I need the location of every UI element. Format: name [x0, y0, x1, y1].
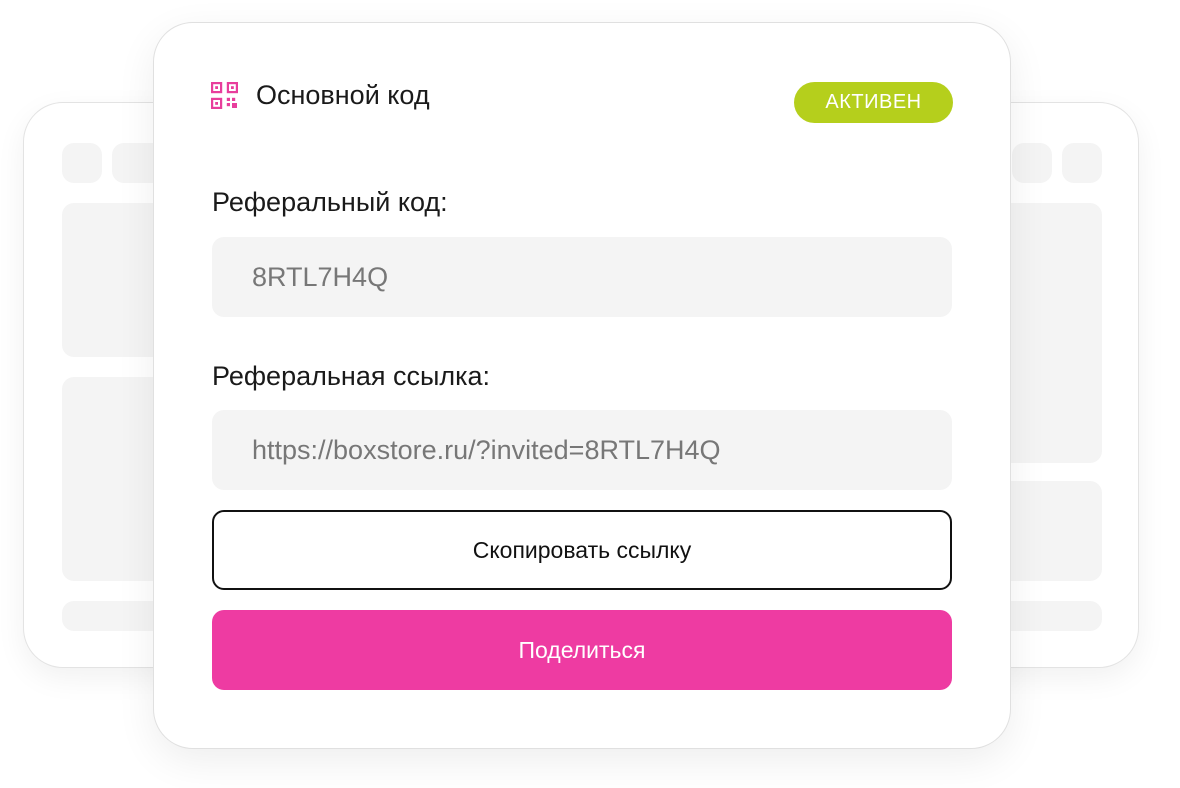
referral-card: Основной код АКТИВЕН Реферальный код: 8R…	[153, 22, 1011, 749]
qr-code-icon	[211, 82, 238, 109]
referral-code-label: Реферальный код:	[212, 187, 448, 217]
placeholder-chip	[1012, 143, 1052, 183]
referral-code-field[interactable]: 8RTL7H4Q	[212, 237, 952, 317]
card-title: Основной код	[256, 80, 430, 110]
referral-link-field[interactable]: https://boxstore.ru/?invited=8RTL7H4Q	[212, 410, 952, 490]
placeholder-chip	[1062, 143, 1102, 183]
status-badge: АКТИВЕН	[794, 82, 953, 123]
share-button[interactable]: Поделиться	[212, 610, 952, 690]
placeholder-chip	[62, 143, 102, 183]
referral-link-label: Реферальная ссылка:	[212, 361, 491, 391]
copy-link-button[interactable]: Скопировать ссылку	[212, 510, 952, 590]
